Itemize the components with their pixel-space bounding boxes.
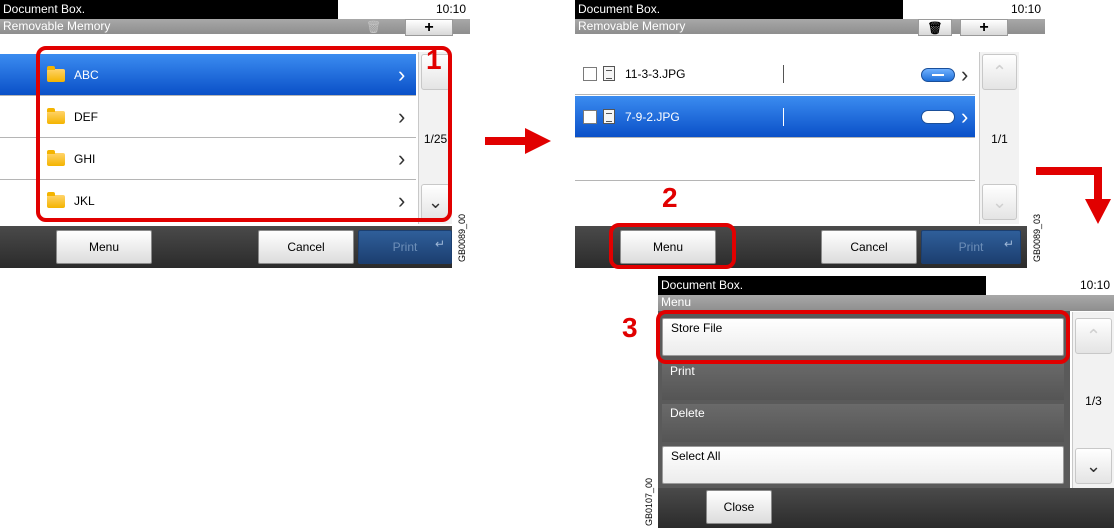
page-indicator: 1/3 <box>1085 394 1102 408</box>
step-number-1: 1 <box>426 44 442 75</box>
cancel-button[interactable]: Cancel <box>258 230 354 264</box>
screen3-time: 10:10 <box>986 276 1114 295</box>
checkbox-icon[interactable] <box>583 110 597 124</box>
print-label: Print <box>958 240 984 254</box>
menu-item-label: Delete <box>670 406 705 420</box>
divider <box>783 108 784 126</box>
divider <box>575 180 975 181</box>
trash-icon: 🗑 <box>927 21 943 35</box>
screen2-title: Document Box. <box>575 0 903 19</box>
step-number-3: 3 <box>622 312 638 343</box>
menu-item-label: Select All <box>671 449 721 463</box>
scroll-down-button[interactable]: ⌄ <box>982 184 1017 220</box>
file-row[interactable]: 11-3-3.JPG › <box>575 54 975 95</box>
close-button[interactable]: Close <box>706 490 772 524</box>
enter-icon: ↵ <box>1003 237 1014 251</box>
enter-icon: ↵ <box>434 237 445 251</box>
scrollbar[interactable]: ⌃ 1/3 ⌄ <box>1072 312 1114 488</box>
page-indicator: 1/1 <box>991 132 1008 146</box>
scrollbar[interactable]: ⌃ 1/1 ⌄ <box>979 52 1019 224</box>
divider <box>783 65 784 83</box>
menu-item-select-all[interactable]: Select All <box>662 446 1064 484</box>
delete-button[interactable]: 🗑 <box>918 19 952 36</box>
step-number-2: 2 <box>662 182 678 213</box>
cancel-button[interactable]: Cancel <box>821 230 917 264</box>
screen3-bottom-bar: Close <box>658 488 1114 528</box>
scroll-up-button[interactable]: ⌃ <box>982 54 1017 90</box>
figure-code: GB0107_00 <box>644 477 654 526</box>
screen2-time: 10:10 <box>903 0 1045 19</box>
add-button[interactable]: + <box>960 19 1008 36</box>
trash-icon[interactable]: 🗑 <box>366 20 382 34</box>
figure-code: GB0089_00 <box>457 213 467 262</box>
checkbox-icon[interactable] <box>583 67 597 81</box>
screen1-title: Document Box. <box>0 0 338 19</box>
file-icon <box>603 109 615 124</box>
file-label: 7-9-2.JPG <box>625 110 680 124</box>
menu-button[interactable]: Menu <box>56 230 152 264</box>
print-label: Print <box>392 240 418 254</box>
print-button[interactable]: Print ↵ <box>358 230 452 264</box>
highlight-box-2 <box>609 223 736 269</box>
arrow-down-icon <box>1036 167 1111 224</box>
file-icon <box>603 66 615 81</box>
chevron-right-icon: › <box>961 62 969 87</box>
arrow-right-icon <box>485 128 551 154</box>
screen1-subtitle: Removable Memory <box>0 19 470 34</box>
print-button[interactable]: Print ↵ <box>921 230 1021 264</box>
file-label: 11-3-3.JPG <box>625 67 686 81</box>
menu-item-label: Print <box>670 364 695 378</box>
chevron-right-icon: › <box>961 104 969 129</box>
screen1-bottom-bar: Menu Cancel Print ↵ <box>0 226 452 268</box>
scroll-down-button[interactable]: ⌄ <box>1075 448 1112 484</box>
scroll-up-button[interactable]: ⌃ <box>1075 318 1112 354</box>
screen1-time: 10:10 <box>338 0 470 19</box>
menu-item-delete[interactable]: Delete <box>662 404 1064 442</box>
menu-item-print[interactable]: Print <box>662 362 1064 400</box>
screen3-title: Document Box. <box>658 276 986 295</box>
detail-toggle-icon[interactable] <box>921 68 955 82</box>
screen3-subtitle: Menu <box>658 295 1114 311</box>
detail-toggle-icon[interactable] <box>921 110 955 124</box>
file-row-selected[interactable]: 7-9-2.JPG › <box>575 96 975 138</box>
add-button[interactable]: + <box>405 19 453 36</box>
highlight-box-1 <box>36 46 452 222</box>
highlight-box-3 <box>656 310 1070 364</box>
